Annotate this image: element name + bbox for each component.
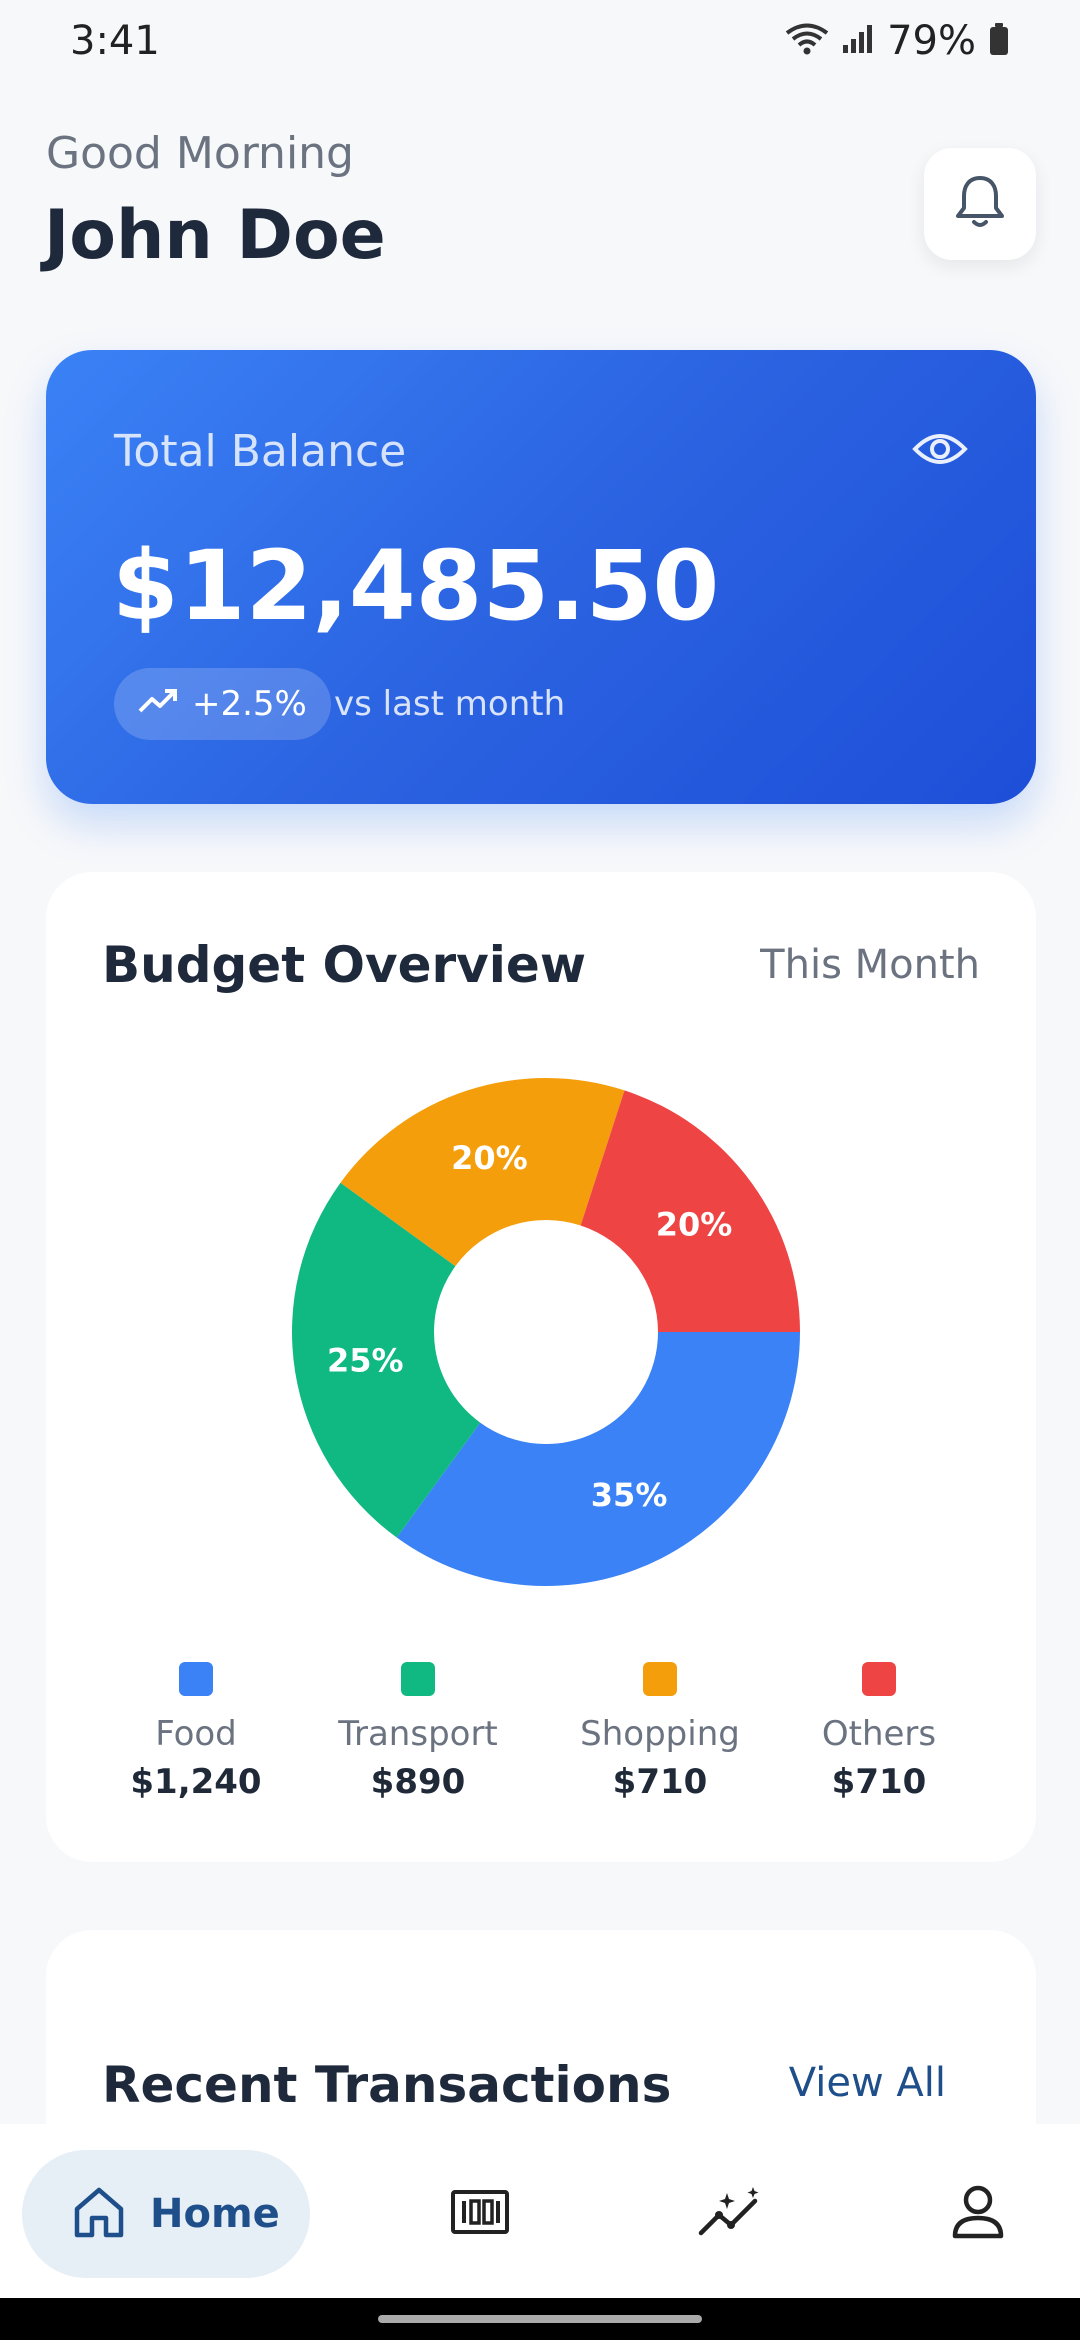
battery-icon <box>988 22 1010 60</box>
donut-slice-food[interactable] <box>396 1332 800 1586</box>
wifi-icon <box>785 22 829 60</box>
nav-item-profile[interactable] <box>946 2182 1010 2246</box>
legend-swatch <box>643 1662 677 1696</box>
status-bar: 3:41 79% <box>0 0 1080 84</box>
greeting-text: Good Morning <box>46 128 354 179</box>
donut-label-food: 35% <box>591 1476 668 1514</box>
analytics-icon <box>697 2185 763 2243</box>
change-caption: vs last month <box>334 684 566 724</box>
legend-swatch <box>401 1662 435 1696</box>
budget-overview-card: Budget Overview This Month 35% 25% 20% 20% … <box>46 872 1036 1862</box>
status-time: 3:41 <box>70 18 160 64</box>
bottom-navigation: Home <box>0 2124 1080 2298</box>
view-all-link[interactable]: View All <box>789 2060 946 2106</box>
notifications-button[interactable] <box>924 148 1036 260</box>
bell-icon <box>954 174 1006 234</box>
donut-label-shopping: 20% <box>451 1139 528 1177</box>
nav-item-home[interactable]: Home <box>22 2150 310 2278</box>
toggle-balance-visibility-button[interactable] <box>910 426 970 476</box>
transactions-title: Recent Transactions <box>102 2056 672 2114</box>
legend-item-food: Food $1,240 <box>96 1662 296 1802</box>
legend-value: $710 <box>612 1762 708 1802</box>
legend-item-shopping: Shopping $710 <box>560 1662 760 1802</box>
budget-legend: Food $1,240 Transport $890 Shopping $710… <box>46 1662 1036 1822</box>
nav-item-analytics[interactable] <box>698 2182 762 2246</box>
balance-amount: $12,485.50 <box>112 530 720 642</box>
legend-name: Shopping <box>580 1714 740 1754</box>
battery-percent: 79% <box>887 18 976 64</box>
legend-item-others: Others $710 <box>779 1662 979 1802</box>
change-badge: +2.5% <box>114 668 331 740</box>
donut-label-others: 20% <box>656 1205 733 1243</box>
user-name: John Doe <box>44 196 386 275</box>
legend-swatch <box>179 1662 213 1696</box>
budget-icon <box>450 2189 510 2239</box>
balance-label: Total Balance <box>114 426 407 477</box>
legend-name: Others <box>821 1714 937 1754</box>
profile-icon <box>951 2184 1005 2244</box>
budget-title: Budget Overview <box>102 936 587 994</box>
status-icons: 79% <box>785 18 1010 64</box>
legend-value: $890 <box>370 1762 466 1802</box>
nav-item-budget[interactable] <box>448 2182 512 2246</box>
balance-card: Total Balance $12,485.50 +2.5% vs last m… <box>46 350 1036 804</box>
legend-name: Food <box>155 1714 237 1754</box>
gesture-handle[interactable] <box>378 2315 702 2323</box>
legend-swatch <box>862 1662 896 1696</box>
change-percent: +2.5% <box>192 684 307 724</box>
nav-home-label: Home <box>150 2191 280 2237</box>
budget-donut-chart: 35% 25% 20% 20% <box>292 1078 800 1586</box>
trending-up-icon <box>138 684 178 724</box>
donut-label-transport: 25% <box>327 1342 404 1380</box>
legend-name: Transport <box>338 1714 498 1754</box>
signal-icon <box>841 23 875 59</box>
home-icon <box>72 2185 126 2243</box>
eye-icon <box>912 429 968 473</box>
legend-value: $1,240 <box>130 1762 262 1802</box>
budget-period-selector[interactable]: This Month <box>760 942 980 988</box>
system-gesture-bar <box>0 2298 1080 2340</box>
screen: 3:41 79% Good Morning John Doe Total Bal… <box>0 0 1080 2340</box>
legend-item-transport: Transport $890 <box>318 1662 518 1802</box>
legend-value: $710 <box>831 1762 927 1802</box>
